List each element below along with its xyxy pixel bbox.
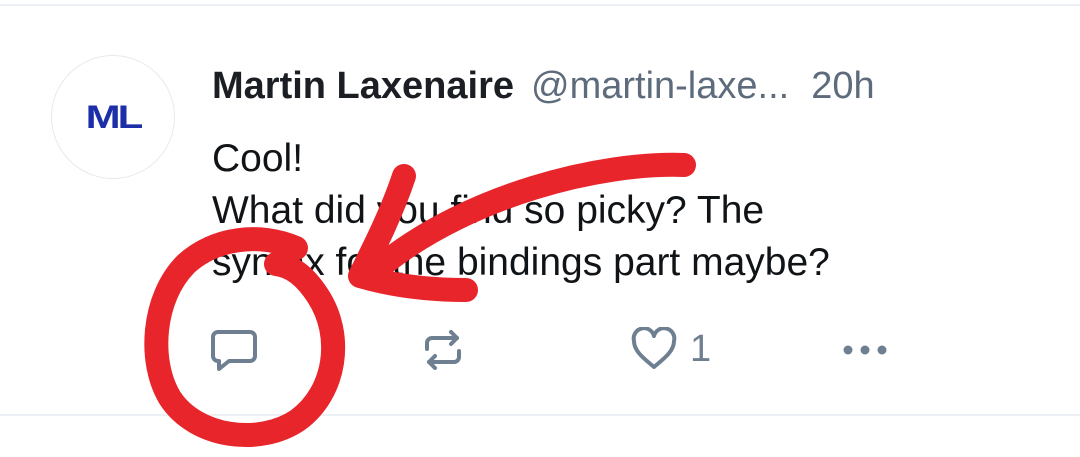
author-handle[interactable]: @martin-laxe... xyxy=(531,65,789,108)
repost-button[interactable] xyxy=(420,327,466,373)
post-text-line: Cool! xyxy=(212,137,304,180)
heart-icon xyxy=(631,327,677,369)
more-options-button[interactable] xyxy=(838,338,892,362)
top-divider xyxy=(0,4,1080,6)
repost-arrows-icon xyxy=(425,330,461,370)
ellipsis-icon xyxy=(843,345,887,355)
avatar-logo-text: ML xyxy=(85,98,144,135)
like-count: 1 xyxy=(690,327,712,370)
post-text-line: What did you find so picky? The xyxy=(212,189,765,232)
post-text-line: syntax for the bindings part maybe? xyxy=(212,241,830,284)
speech-bubble-icon xyxy=(211,330,257,371)
post-timestamp[interactable]: 20h xyxy=(811,65,874,108)
bottom-divider xyxy=(0,414,1080,416)
post-header: Martin Laxenaire @martin-laxe... 20h xyxy=(212,60,875,112)
reply-button[interactable] xyxy=(209,329,259,373)
post-card: ML Martin Laxenaire @martin-laxe... 20h … xyxy=(0,0,1080,457)
like-button[interactable]: 1 xyxy=(630,327,711,371)
post-text: Cool! What did you find so picky? The sy… xyxy=(212,133,1032,289)
author-name[interactable]: Martin Laxenaire xyxy=(212,65,514,108)
avatar[interactable]: ML xyxy=(51,55,175,179)
